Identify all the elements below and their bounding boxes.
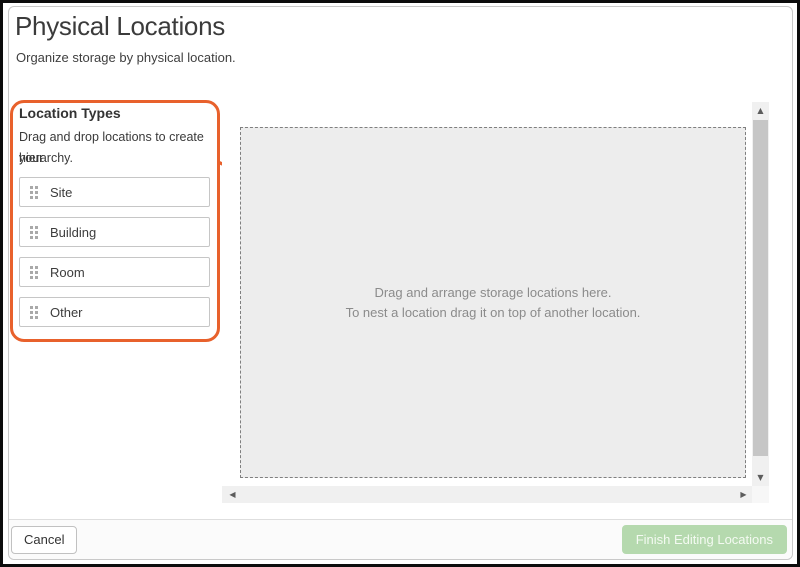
- drag-handle-dots: [30, 266, 33, 269]
- scroll-right-button[interactable]: ▶: [735, 486, 752, 503]
- dropzone-message-line1: Drag and arrange storage locations here.: [374, 283, 611, 303]
- cancel-button[interactable]: Cancel: [11, 526, 77, 554]
- location-types-heading: Location Types: [19, 105, 121, 121]
- drag-handle-icon[interactable]: [30, 226, 38, 239]
- horizontal-scrollbar[interactable]: ◀ ▶: [222, 486, 752, 503]
- location-type-item-building[interactable]: Building: [19, 217, 210, 247]
- vertical-scrollbar-thumb[interactable]: [753, 120, 768, 456]
- scroll-down-button[interactable]: ▼: [752, 469, 769, 486]
- location-type-item-site[interactable]: Site: [19, 177, 210, 207]
- scroll-right-icon: ▶: [740, 491, 746, 499]
- location-type-label: Other: [50, 305, 83, 320]
- panel-description-line2: hierarchy.: [19, 148, 215, 169]
- location-type-label: Building: [50, 225, 96, 240]
- scroll-up-button[interactable]: ▲: [752, 102, 769, 119]
- drag-handle-icon[interactable]: [30, 186, 38, 199]
- drag-handle-dots: [30, 306, 33, 309]
- page-title: Physical Locations: [15, 11, 225, 42]
- locations-dropzone[interactable]: Drag and arrange storage locations here.…: [240, 127, 746, 478]
- scroll-up-icon: ▲: [757, 107, 763, 115]
- dropzone-message-line2: To nest a location drag it on top of ano…: [346, 303, 641, 323]
- drag-handle-icon[interactable]: [30, 306, 38, 319]
- drag-handle-dots: [30, 226, 33, 229]
- vertical-scrollbar[interactable]: ▲ ▼: [752, 102, 769, 486]
- physical-locations-dialog: Physical Locations Organize storage by p…: [8, 6, 793, 560]
- scroll-left-button[interactable]: ◀: [224, 486, 241, 503]
- location-type-item-other[interactable]: Other: [19, 297, 210, 327]
- scroll-left-icon: ◀: [229, 491, 235, 499]
- finish-editing-locations-button[interactable]: Finish Editing Locations: [622, 525, 787, 554]
- dialog-footer: Cancel Finish Editing Locations: [9, 519, 792, 559]
- page-subtitle: Organize storage by physical location.: [16, 50, 236, 65]
- location-types-annotation-highlight: Location Types Drag and drop locations t…: [10, 100, 220, 342]
- drag-handle-icon[interactable]: [30, 266, 38, 279]
- scroll-down-icon: ▼: [757, 474, 763, 482]
- physical-locations-window: Physical Locations Organize storage by p…: [0, 0, 800, 567]
- drag-handle-dots: [30, 186, 33, 189]
- location-type-item-room[interactable]: Room: [19, 257, 210, 287]
- locations-canvas: Drag and arrange storage locations here.…: [222, 101, 770, 505]
- location-type-label: Site: [50, 185, 72, 200]
- scrollbar-corner: [752, 486, 769, 503]
- location-type-label: Room: [50, 265, 85, 280]
